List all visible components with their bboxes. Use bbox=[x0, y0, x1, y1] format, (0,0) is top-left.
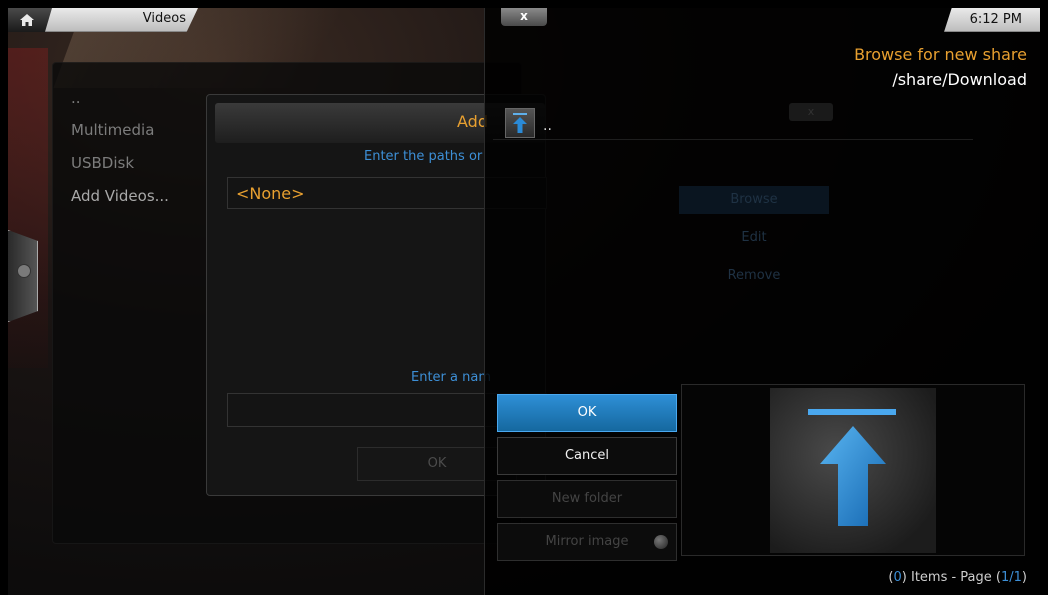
new-folder-button[interactable]: New folder bbox=[497, 480, 677, 518]
items-page-label: Items - Page bbox=[910, 570, 992, 585]
browse-dialog: x Browse Edit Remove x 6:12 PM Browse fo… bbox=[484, 8, 1040, 595]
name-prompt: Enter a nam bbox=[411, 370, 491, 385]
close-button[interactable]: x bbox=[501, 8, 547, 26]
folder-up-icon bbox=[505, 108, 535, 138]
item-count: 0 bbox=[893, 570, 902, 585]
breadcrumb-label: Videos bbox=[142, 11, 186, 26]
ghost-edit-button: Edit bbox=[741, 230, 767, 245]
mirror-image-label: Mirror image bbox=[545, 534, 629, 549]
browse-title: Browse for new share bbox=[854, 45, 1027, 64]
items-page-footer: (0) Items - Page (1/1) bbox=[888, 570, 1027, 585]
preview-thumbnail bbox=[770, 388, 936, 553]
cancel-button[interactable]: Cancel bbox=[497, 437, 677, 475]
list-item-label: .. bbox=[543, 118, 552, 134]
ok-button[interactable]: OK bbox=[497, 394, 677, 432]
page-indicator: 1/1 bbox=[1001, 570, 1022, 585]
background-decoration-red bbox=[8, 48, 48, 368]
list-item-add-videos[interactable]: Add Videos... bbox=[71, 187, 169, 205]
preview-panel bbox=[681, 384, 1025, 556]
list-item-multimedia[interactable]: Multimedia bbox=[71, 121, 154, 139]
source-path-value: <None> bbox=[236, 184, 305, 203]
radio-indicator-icon bbox=[654, 535, 668, 549]
list-item-usbdisk[interactable]: USBDisk bbox=[71, 154, 134, 172]
clock-bar: 6:12 PM bbox=[944, 8, 1040, 32]
paths-prompt: Enter the paths or bbox=[364, 149, 483, 164]
ghost-browse-button: Browse bbox=[679, 186, 829, 214]
side-menu-arrow-icon bbox=[17, 264, 31, 278]
mirror-image-toggle[interactable]: Mirror image bbox=[497, 523, 677, 561]
list-item-parent[interactable]: .. bbox=[71, 89, 81, 107]
app-window: Videos .. Multimedia USBDisk Add Videos.… bbox=[8, 8, 1040, 595]
folder-up-large-icon bbox=[808, 409, 896, 526]
current-path: /share/Download bbox=[892, 70, 1027, 89]
clock-text: 6:12 PM bbox=[969, 12, 1022, 27]
ghost-remove-button: Remove bbox=[727, 268, 781, 283]
list-item-parent-folder[interactable]: .. bbox=[493, 108, 973, 140]
